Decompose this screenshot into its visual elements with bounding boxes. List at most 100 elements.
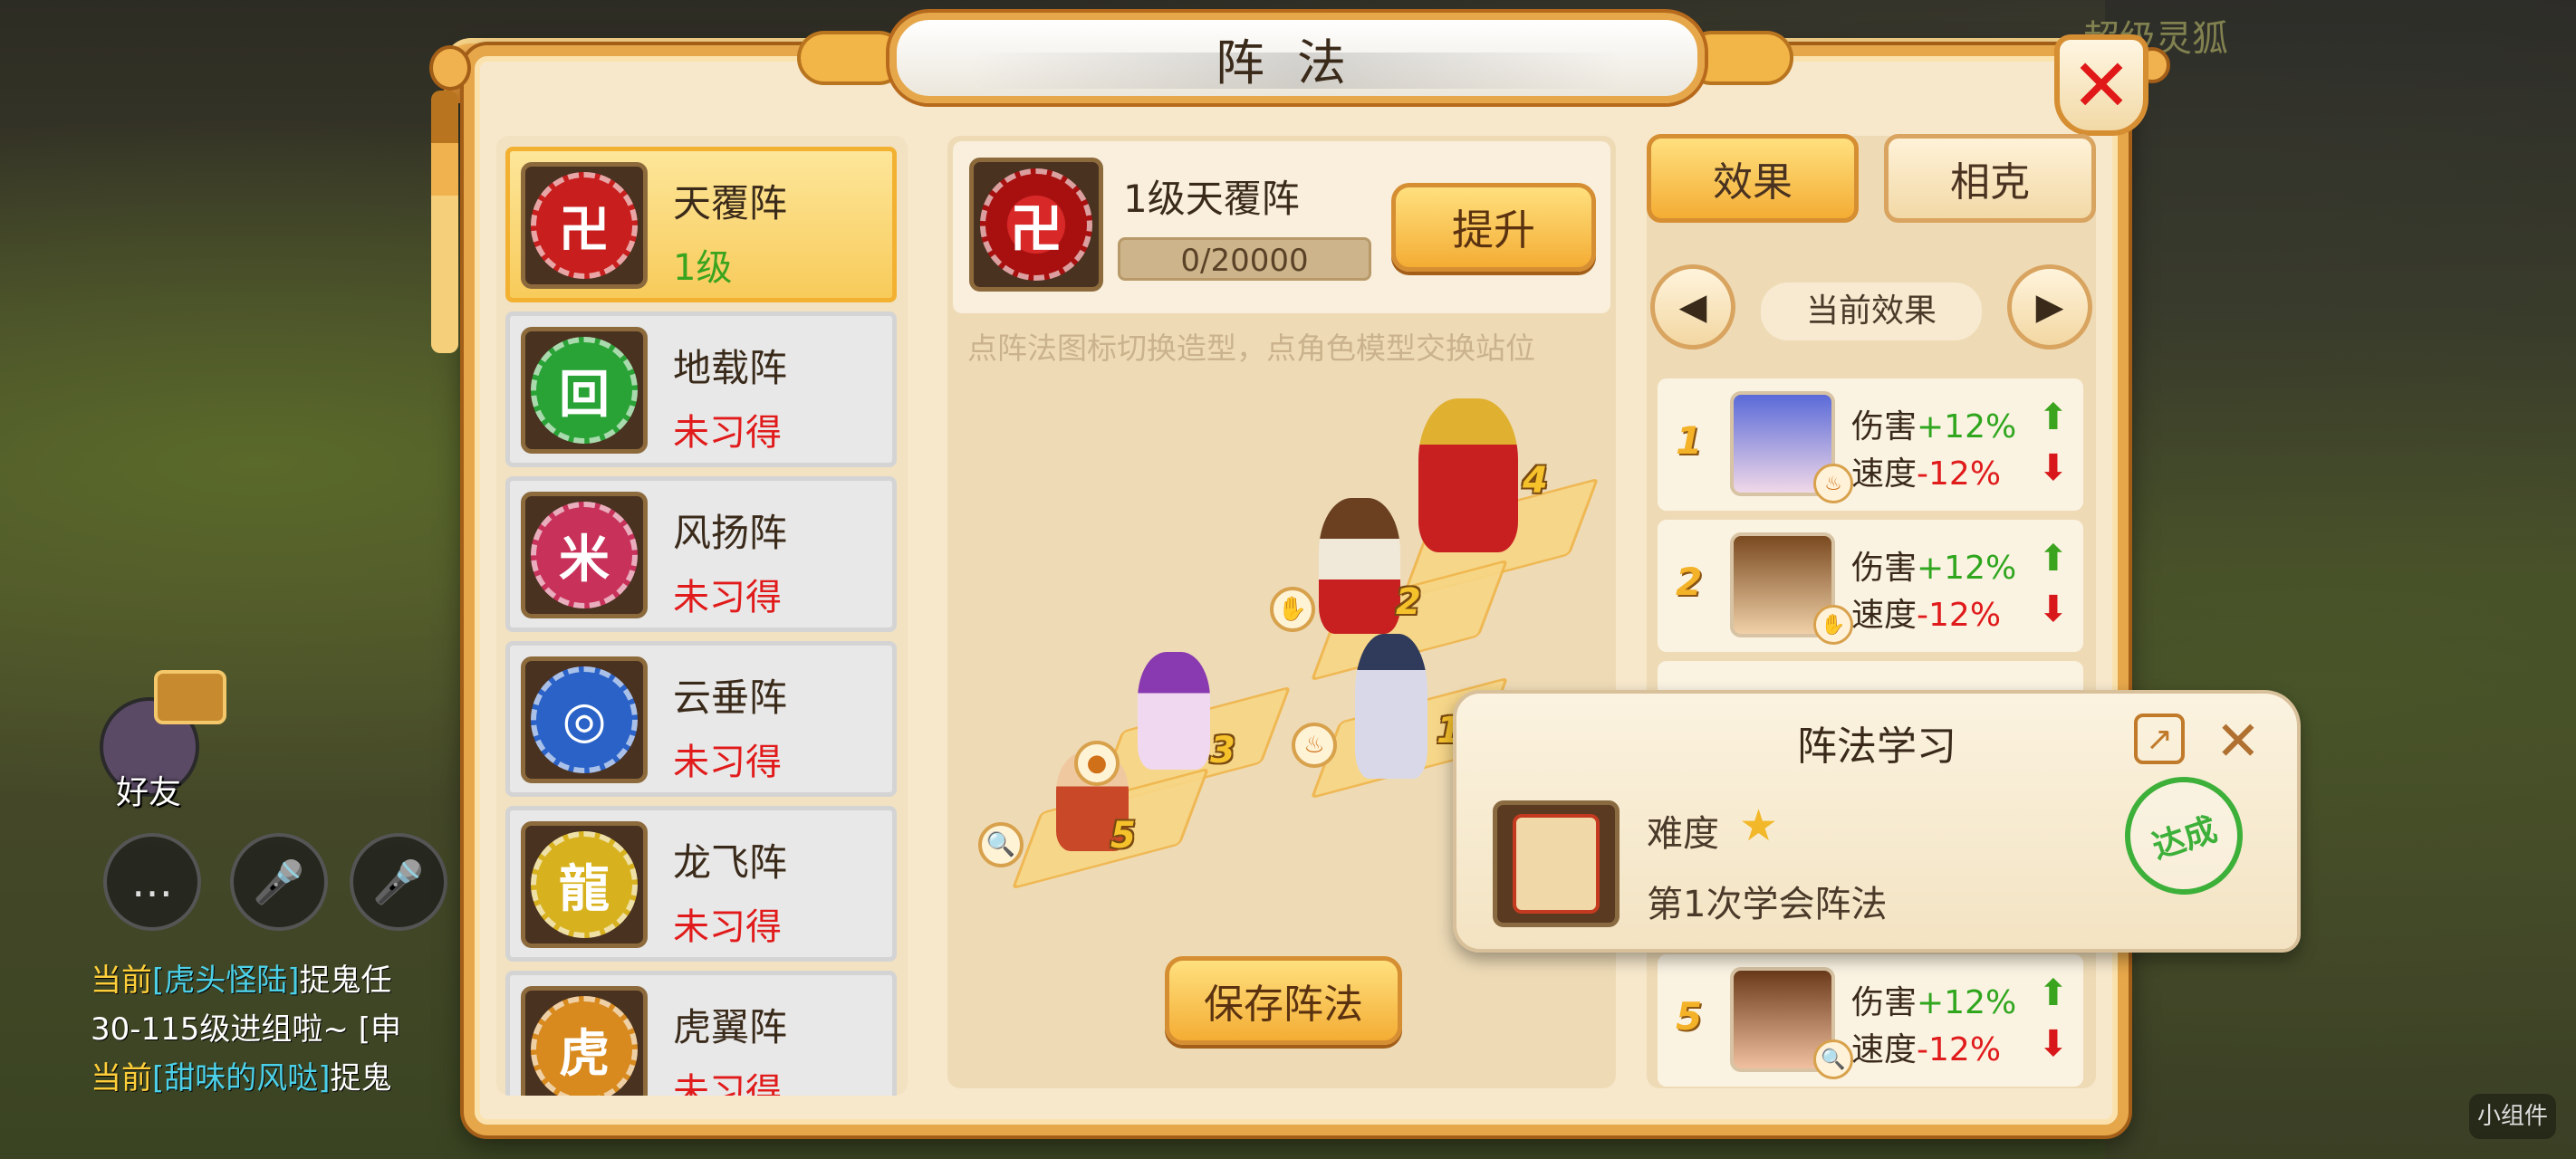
effect-row-2: 2 ✋ 伤害+12% 速度-12% ⬆ ⬇	[1658, 520, 2083, 652]
microphone-icon: 🎤	[372, 857, 425, 906]
formation-item-tianfu[interactable]: 卍 天覆阵 1级	[505, 147, 897, 302]
formation-list: 卍 天覆阵 1级 回 地载阵 未习得 米 风扬阵 未习得 ◎ 云垂阵 未习得 龍…	[496, 136, 908, 1096]
formation-level: 1级	[673, 247, 733, 289]
star-icon: ★	[1739, 800, 1779, 851]
formation-status: 未习得	[673, 1071, 782, 1096]
speed-effect: 速度-12%	[1851, 455, 2002, 493]
dialog-title: 阵法	[1216, 34, 1379, 91]
formation-name: 天覆阵	[673, 181, 788, 225]
save-formation-button[interactable]: 保存阵法	[1165, 956, 1402, 1045]
tab-effect[interactable]: 效果	[1647, 134, 1859, 223]
close-button[interactable]: ✕	[2054, 34, 2148, 136]
search-icon: 🔍	[1813, 1039, 1853, 1079]
character-model-4[interactable]	[1418, 398, 1518, 552]
position-number: 5	[1676, 994, 1703, 1039]
character-model-1[interactable]	[1355, 634, 1427, 779]
position-number: 1	[1676, 418, 1703, 463]
formation-status: 未习得	[673, 577, 782, 618]
damage-effect: 伤害+12%	[1851, 408, 2017, 445]
damage-effect: 伤害+12%	[1851, 550, 2017, 587]
tassel-decoration	[431, 91, 458, 353]
role-badge-icon: ●	[1074, 741, 1120, 786]
tab-counter[interactable]: 相克	[1884, 134, 2096, 223]
friend-label[interactable]: 好友	[116, 766, 181, 813]
effect-row-1: 1 ♨ 伤害+12% 速度-12% ⬆ ⬇	[1658, 378, 2083, 511]
background-scenery	[2105, 0, 2576, 1159]
current-effect-label: 当前效果	[1761, 283, 1982, 340]
character-model-2[interactable]	[1319, 498, 1400, 634]
achievement-description: 第1次学会阵法	[1647, 884, 1888, 925]
speed-effect: 速度-12%	[1851, 597, 2002, 634]
formation-icon: 回	[521, 327, 648, 454]
formation-icon: 卍	[521, 162, 648, 289]
completed-stamp: 达成	[2110, 761, 2258, 910]
slot-number-2: 2	[1396, 581, 1421, 623]
difficulty-label: 难度	[1647, 813, 1719, 855]
microphone-icon: 🎤	[253, 857, 305, 906]
voice-team-button[interactable]: 🎤	[350, 833, 447, 931]
formation-hint: 点阵法图标切换造型，点角色模型交换站位	[967, 330, 1535, 366]
slot-number-3: 3	[1210, 730, 1235, 771]
formation-learning-popup: 阵法学习 ↗ ✕ 难度 ★ 第1次学会阵法 达成	[1453, 690, 2301, 953]
formation-icon: 米	[521, 492, 648, 618]
role-badge-icon: ✋	[1813, 605, 1853, 645]
formation-item-huyi[interactable]: 虎 虎翼阵 未习得	[505, 971, 897, 1096]
chat-line: 30-115级进组啦~ [申	[91, 1011, 401, 1048]
popup-close-button[interactable]: ✕	[2216, 710, 2261, 773]
formation-icon: 虎	[521, 986, 648, 1096]
close-icon: ✕	[2215, 710, 2261, 773]
formation-name: 地载阵	[673, 346, 788, 390]
close-icon: ✕	[2071, 43, 2132, 128]
role-badge-icon: ♨	[1292, 723, 1337, 768]
dialog-title-plate: 阵法	[889, 13, 1705, 103]
corner-widget-button[interactable]: 小组件	[2469, 1094, 2556, 1139]
speed-effect: 速度-12%	[1851, 1031, 2002, 1068]
prev-effect-button[interactable]: ◀	[1650, 264, 1735, 350]
corner-ornament	[429, 45, 471, 91]
current-formation-icon[interactable]: 卍	[969, 158, 1103, 292]
formation-name: 风扬阵	[673, 511, 788, 555]
formation-name: 龙飞阵	[673, 840, 788, 885]
formation-status: 未习得	[673, 906, 782, 948]
formation-item-dizai[interactable]: 回 地载阵 未习得	[505, 311, 897, 467]
formation-name: 云垂阵	[673, 675, 788, 720]
position-number: 2	[1676, 560, 1703, 604]
formation-icon: ◎	[521, 656, 648, 783]
arrow-right-icon: ▶	[2035, 286, 2064, 328]
character-model-3[interactable]	[1138, 652, 1210, 770]
scroll-icon	[1493, 800, 1620, 927]
slot-number-4: 4	[1523, 460, 1548, 502]
current-formation-name: 1级天覆阵	[1123, 177, 1300, 221]
formation-status: 未习得	[673, 742, 782, 783]
share-button[interactable]: ↗	[2134, 714, 2185, 764]
chat-line: 当前[甜味的风哒]捉鬼	[91, 1060, 392, 1097]
share-icon: ↗	[2145, 720, 2174, 758]
arrow-down-icon: ⬇	[2038, 589, 2069, 630]
formation-item-fengyang[interactable]: 米 风扬阵 未习得	[505, 476, 897, 632]
slot-number-5: 5	[1110, 815, 1136, 857]
role-badge-icon: ♨	[1813, 464, 1853, 503]
upgrade-button[interactable]: 提升	[1391, 183, 1596, 272]
arrow-up-icon: ⬆	[2038, 397, 2069, 438]
effect-row-5: 5 🔍 伤害+12% 速度-12% ⬆ ⬇	[1658, 954, 2083, 1087]
chat-bubble-icon[interactable]: …	[103, 833, 201, 931]
arrow-down-icon: ⬇	[2038, 1023, 2069, 1065]
formation-item-yunchui[interactable]: ◎ 云垂阵 未习得	[505, 641, 897, 797]
search-icon: 🔍	[978, 822, 1024, 867]
arrow-up-icon: ⬆	[2038, 972, 2069, 1014]
arrow-down-icon: ⬇	[2038, 447, 2069, 489]
formation-status: 未习得	[673, 412, 782, 454]
role-badge-icon: ✋	[1270, 587, 1315, 632]
next-effect-button[interactable]: ▶	[2007, 264, 2092, 350]
voice-world-button[interactable]: 🎤	[230, 833, 328, 931]
formation-icon: 龍	[521, 821, 648, 948]
damage-effect: 伤害+12%	[1851, 984, 2017, 1021]
chat-log: 当前[虎头怪陆]捉鬼任 30-115级进组啦~ [申 当前[甜味的风哒]捉鬼	[91, 956, 471, 1103]
arrow-left-icon: ◀	[1678, 286, 1707, 328]
formation-exp-text: 0/20000	[1180, 243, 1309, 279]
mail-icon[interactable]	[154, 670, 226, 724]
chat-line: 当前[虎头怪陆]捉鬼任	[91, 963, 392, 999]
formation-name: 虎翼阵	[673, 1005, 788, 1049]
arrow-up-icon: ⬆	[2038, 538, 2069, 580]
formation-item-longfei[interactable]: 龍 龙飞阵 未习得	[505, 806, 897, 962]
